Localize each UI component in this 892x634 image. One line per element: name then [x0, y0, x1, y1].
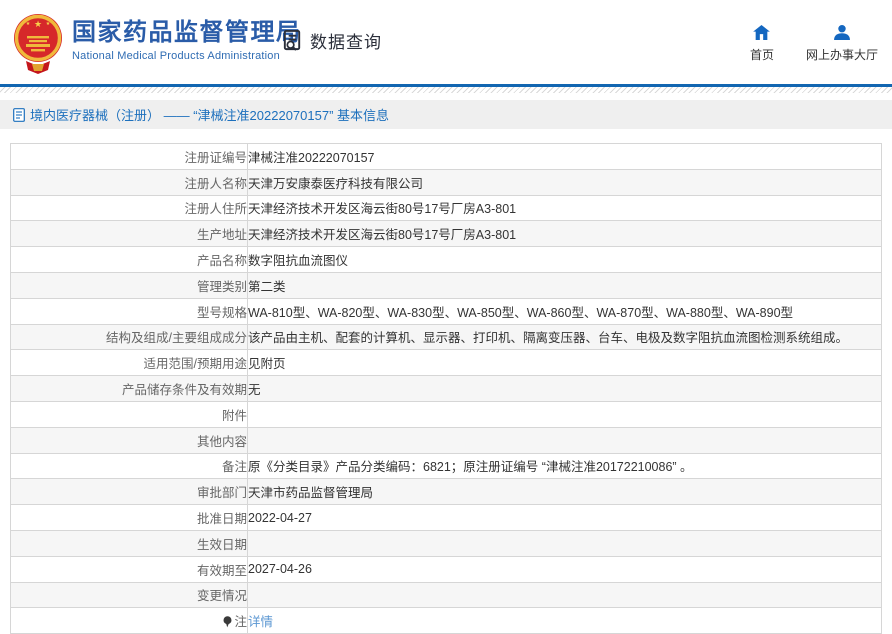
field-value: [247, 426, 882, 454]
field-value: 详情: [247, 607, 882, 634]
field-value: 无: [247, 375, 882, 402]
field-label: 型号规格: [10, 297, 248, 325]
field-label: 适用范围/预期用途: [10, 349, 248, 377]
field-value: 数字阻抗血流图仪: [247, 246, 882, 273]
field-label: 批准日期: [10, 504, 248, 531]
field-value: 天津经济技术开发区海云街80号17号厂房A3-801: [247, 194, 882, 222]
field-value: [247, 400, 882, 428]
nav-home[interactable]: 首页: [750, 25, 774, 63]
breadcrumb: 境内医疗器械（注册） —— “津械注准20222070157” 基本信息: [0, 100, 892, 129]
field-label: 其他内容: [10, 426, 248, 454]
table-row: 批准日期 2022-04-27: [10, 504, 882, 531]
top-right-nav: 首页 网上办事大厅: [750, 25, 878, 63]
field-value: [247, 529, 882, 557]
table-row: 注册证编号 津械注准20222070157: [10, 143, 882, 170]
table-row: 产品储存条件及有效期 无: [10, 375, 882, 402]
document-icon: [13, 107, 25, 122]
nav-data-query[interactable]: 数据查询: [281, 28, 382, 53]
registration-info-table: 注册证编号 津械注准20222070157 注册人名称 天津万安康泰医疗科技有限…: [10, 143, 882, 634]
document-search-icon: [283, 29, 301, 51]
table-row: 注册人名称 天津万安康泰医疗科技有限公司: [10, 168, 882, 196]
field-label: 注册人住所: [10, 194, 248, 222]
table-row: 型号规格 WA-810型、WA-820型、WA-830型、WA-850型、WA-…: [10, 297, 882, 325]
data-query-label: 数据查询: [310, 33, 382, 52]
svg-text:★: ★: [26, 21, 31, 27]
field-value: 天津经济技术开发区海云街80号17号厂房A3-801: [247, 220, 882, 248]
nav-service-hall-label: 网上办事大厅: [805, 48, 878, 62]
field-label: 生产地址: [10, 220, 248, 248]
table-row: 备注 原《分类目录》产品分类编码：6821；原注册证编号 “津械注准201722…: [10, 452, 882, 480]
field-value: 天津万安康泰医疗科技有限公司: [247, 168, 882, 196]
field-value: WA-810型、WA-820型、WA-830型、WA-850型、WA-860型、…: [247, 297, 882, 325]
nav-home-label: 首页: [749, 48, 774, 62]
details-link[interactable]: 详情: [249, 615, 274, 629]
national-emblem-logo: ★ ★ ★: [14, 14, 62, 74]
table-row: 管理类别 第二类: [10, 271, 882, 299]
breadcrumb-title: 境内医疗器械（注册） —— “津械注准20222070157” 基本信息: [30, 108, 390, 123]
field-label: 有效期至: [10, 555, 248, 583]
nav-service-hall[interactable]: 网上办事大厅: [806, 25, 878, 63]
note-label: 注: [234, 615, 247, 630]
field-label: 生效日期: [10, 529, 248, 557]
table-row: 适用范围/预期用途 见附页: [10, 349, 882, 377]
table-row: 产品名称 数字阻抗血流图仪: [10, 246, 882, 273]
table-row: 附件: [10, 400, 882, 428]
field-value: [247, 581, 882, 609]
table-row: 生产地址 天津经济技术开发区海云街80号17号厂房A3-801: [10, 220, 882, 248]
person-icon: [834, 25, 850, 40]
field-label: 注册人名称: [10, 168, 248, 196]
field-value: 2027-04-26: [247, 555, 882, 583]
svg-text:★: ★: [34, 19, 42, 29]
field-label: 注册证编号: [10, 143, 248, 170]
field-value: 原《分类目录》产品分类编码：6821；原注册证编号 “津械注准201722100…: [247, 452, 882, 480]
field-value: 该产品由主机、配套的计算机、显示器、打印机、隔离变压器、台车、电极及数字阻抗血流…: [247, 323, 882, 351]
home-icon: [753, 25, 771, 40]
table-row: 注 详情: [10, 607, 882, 634]
field-label: 备注: [10, 452, 248, 480]
site-header: ★ ★ ★ 国家药品监督管理局 National Medical Product…: [0, 0, 892, 84]
field-value: 2022-04-27: [247, 504, 882, 531]
field-label: 产品名称: [10, 246, 248, 273]
field-value: 第二类: [247, 271, 882, 299]
field-value: 见附页: [247, 349, 882, 377]
balloon-icon: [223, 616, 232, 628]
field-value: 天津市药品监督管理局: [247, 478, 882, 506]
hatch-pattern-band: [0, 87, 892, 93]
table-row: 审批部门 天津市药品监督管理局: [10, 478, 882, 506]
field-label: 变更情况: [10, 581, 248, 609]
field-label: 附件: [10, 400, 248, 428]
table-row: 生效日期: [10, 529, 882, 557]
table-row: 其他内容: [10, 426, 882, 454]
table-row: 有效期至 2027-04-26: [10, 555, 882, 583]
field-label: 产品储存条件及有效期: [10, 375, 248, 402]
field-label: 审批部门: [10, 478, 248, 506]
field-value: 津械注准20222070157: [247, 143, 882, 170]
field-label: 注: [10, 607, 248, 634]
org-name-zh: 国家药品监督管理局: [72, 19, 302, 46]
org-name-en: National Medical Products Administration: [72, 50, 280, 63]
field-label: 结构及组成/主要组成成分: [10, 323, 248, 351]
org-title-block: 国家药品监督管理局 National Medical Products Admi…: [72, 19, 302, 63]
table-row: 变更情况: [10, 581, 882, 609]
svg-text:★: ★: [46, 21, 51, 27]
table-row: 结构及组成/主要组成成分 该产品由主机、配套的计算机、显示器、打印机、隔离变压器…: [10, 323, 882, 351]
table-row: 注册人住所 天津经济技术开发区海云街80号17号厂房A3-801: [10, 194, 882, 222]
field-label: 管理类别: [10, 271, 248, 299]
